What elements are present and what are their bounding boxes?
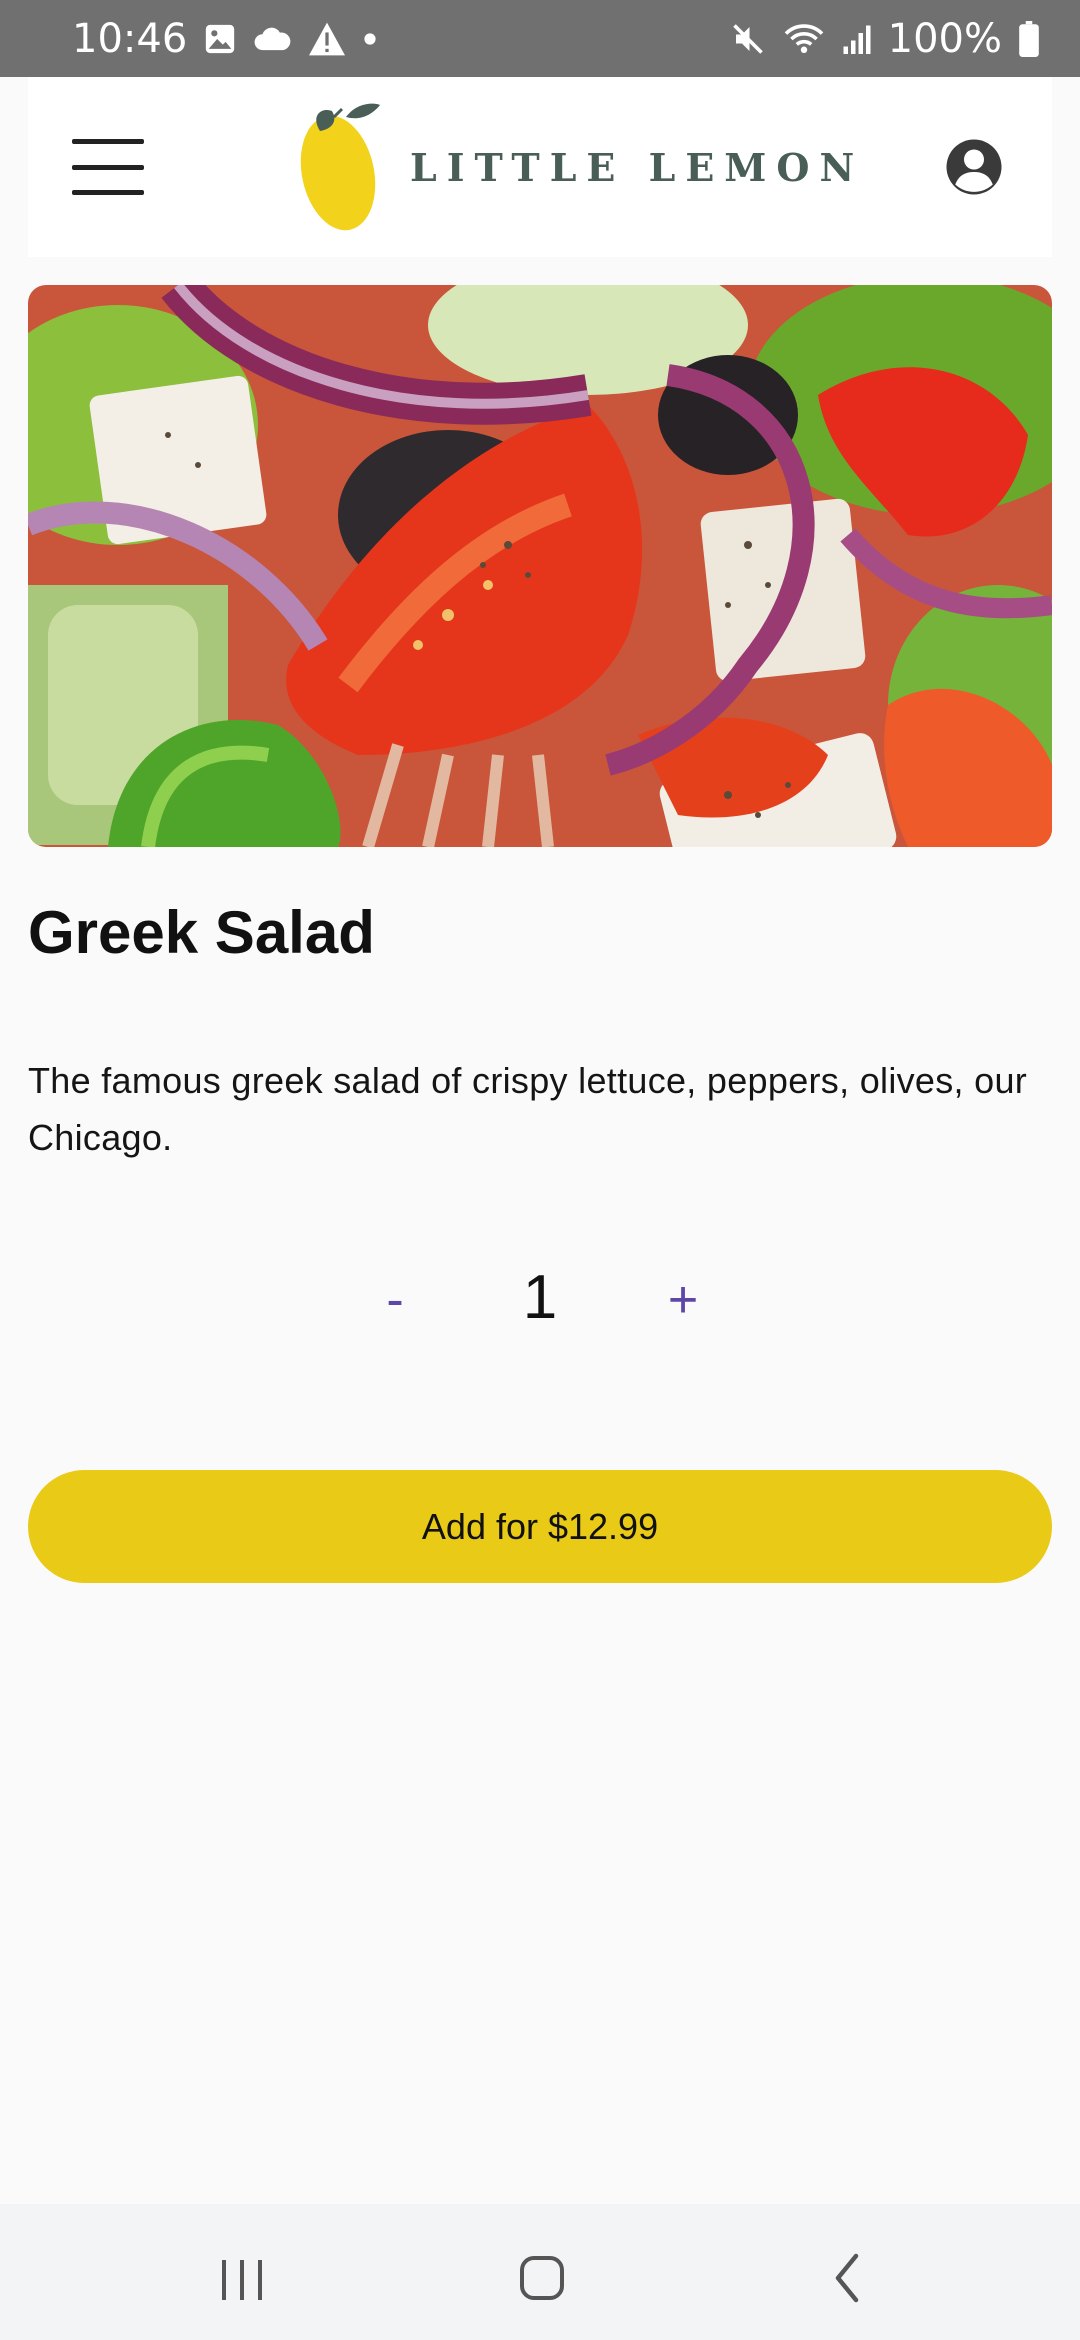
dot-icon [363, 32, 377, 46]
home-icon[interactable] [502, 2248, 582, 2308]
increment-button[interactable]: + [643, 1265, 723, 1335]
decrement-button[interactable]: - [355, 1265, 435, 1335]
recents-icon[interactable] [202, 2248, 282, 2308]
cloud-icon [253, 24, 291, 54]
battery-percent: 100% [887, 15, 1002, 62]
warning-icon [307, 21, 347, 57]
signal-icon [842, 22, 872, 56]
wifi-icon [782, 21, 826, 57]
dish-image [28, 285, 1052, 847]
brand-logo: LITTLE LEMON [298, 97, 864, 237]
battery-icon [1018, 20, 1040, 57]
status-time: 10:46 [72, 15, 188, 62]
mute-icon [730, 21, 766, 57]
add-to-cart-button[interactable]: Add for $12.99 [28, 1470, 1052, 1583]
quantity-value: 1 [522, 1263, 558, 1332]
account-circle-icon[interactable] [944, 137, 1004, 197]
dish-title: Greek Salad [28, 899, 375, 966]
app-header: LITTLE LEMON [28, 77, 1052, 257]
hamburger-menu-icon[interactable] [72, 139, 144, 195]
system-nav-bar [0, 2204, 1080, 2340]
status-right: 100% [730, 16, 1040, 62]
status-bar: 10:46 100% [0, 0, 1080, 77]
dish-description: The famous greek salad of crispy lettuce… [28, 1060, 1028, 1158]
status-left: 10:46 [72, 16, 377, 62]
lemon-icon [300, 103, 380, 231]
back-icon[interactable] [806, 2248, 886, 2308]
brand-name: LITTLE LEMON [410, 144, 865, 190]
gallery-icon [203, 22, 237, 56]
